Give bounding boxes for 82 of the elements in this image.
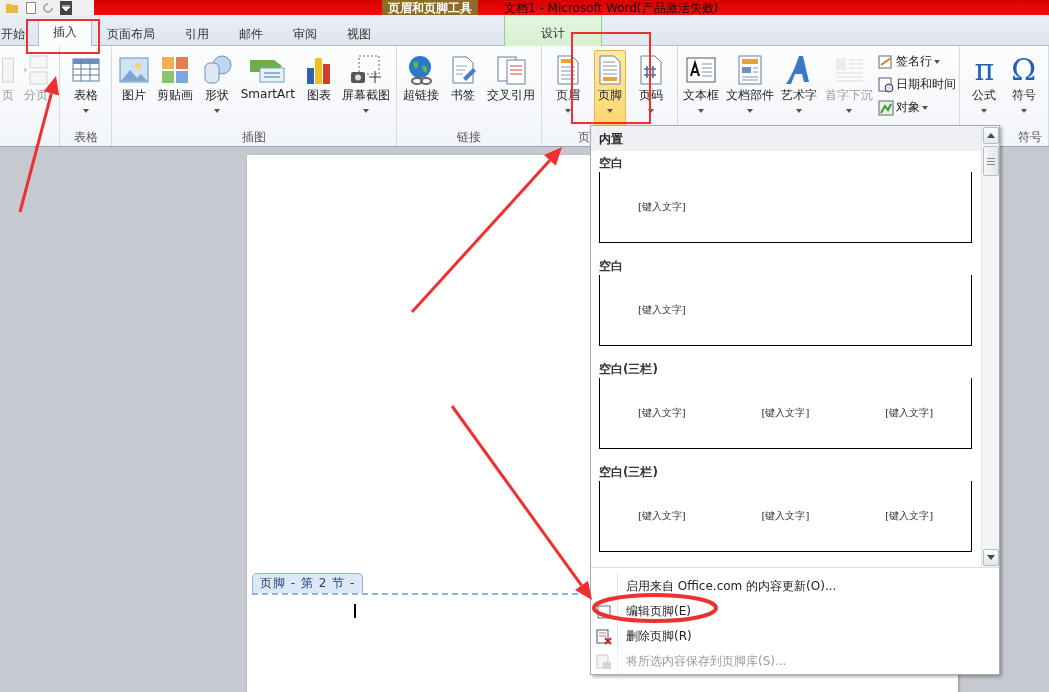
ribbon-tab[interactable]: 开始 — [0, 21, 38, 46]
ribbon-button[interactable]: 文档部件 — [724, 50, 777, 128]
contextual-tab-label: 页眉和页脚工具 — [382, 0, 478, 15]
window-title: 文档1 - Microsoft Word(产品激活失败) — [503, 2, 719, 15]
ribbon-button[interactable]: 图表 — [300, 50, 337, 128]
ribbon-button[interactable]: 书签 — [445, 50, 481, 128]
ribbon-button[interactable]: SmartArt — [238, 50, 297, 128]
ribbon-tab[interactable]: 页面布局 — [92, 21, 170, 46]
group-label: 插图 — [242, 130, 266, 144]
footer-preview[interactable]: [键入文字] [键入文字] [键入文字] — [599, 378, 972, 449]
ribbon-button[interactable]: 形状 — [199, 50, 236, 128]
placeholder-text: [键入文字] — [885, 406, 934, 420]
ribbon-button[interactable]: 图片 — [115, 50, 152, 128]
ribbon-button[interactable]: 文本框 — [681, 50, 722, 128]
menu-item[interactable]: 编辑页脚(E) — [591, 599, 999, 624]
ribbon-button[interactable]: 签名行 — [877, 52, 956, 71]
gallery-item-title: 空白 — [599, 155, 624, 172]
button-label: SmartArt — [240, 87, 295, 101]
button-label: 首字下沉 — [824, 87, 873, 104]
ribbon-button[interactable]: 页脚 — [593, 50, 626, 128]
button-label: 屏幕截图 — [342, 87, 391, 104]
button-label: 图片 — [121, 87, 146, 104]
placeholder-text: [键入文字] — [761, 406, 810, 420]
ribbon-tab[interactable]: 邮件 — [224, 21, 278, 46]
gallery-section-header: 内置 — [591, 126, 981, 151]
ribbon-tab[interactable]: 视图 — [332, 21, 386, 46]
menu-item-label: 删除页脚(R) — [625, 628, 692, 645]
footer-preview[interactable]: [键入文字] — [599, 275, 972, 346]
button-label: 交叉引用 — [487, 87, 535, 104]
button-label: 页脚 — [597, 87, 622, 104]
placeholder-text: [键入文字] — [637, 509, 686, 523]
button-label: 日期和时间 — [895, 76, 956, 93]
ribbon-button[interactable]: 日期和时间 — [877, 75, 956, 94]
pi-icon: π — [974, 53, 995, 87]
group-label: 链接 — [457, 130, 481, 144]
placeholder-text: [键入文字] — [637, 303, 686, 317]
button-label: 对象 — [895, 99, 920, 116]
omega-icon: Ω — [1011, 53, 1037, 87]
ribbon-button[interactable]: 艺术字 — [779, 50, 820, 128]
button-label: 表格 — [73, 87, 98, 104]
ribbon-tab[interactable]: 引用 — [170, 21, 224, 46]
footer-section-label: 页脚 - 第 2 节 - — [252, 573, 364, 593]
menu-item-label: 启用来自 Office.com 的内容更新(O)... — [625, 578, 837, 595]
group-label: 符号 — [1018, 130, 1042, 144]
button-label: 书签 — [451, 87, 475, 104]
button-label: 公式 — [972, 87, 997, 104]
placeholder-text: [键入文字] — [637, 200, 686, 214]
footer-preview[interactable]: [键入文字] — [599, 172, 972, 243]
button-label: 符号 — [1011, 87, 1036, 104]
button-label: 图表 — [306, 87, 331, 104]
button-label: 文档部件 — [726, 87, 775, 104]
placeholder-text: [键入文字] — [885, 509, 934, 523]
button-label: 文本框 — [683, 87, 720, 104]
gallery-item-title: 空白(三栏) — [599, 464, 659, 481]
button-label: 页 — [2, 87, 14, 104]
menu-item[interactable]: 删除页脚(R) — [591, 624, 999, 649]
footer-preview[interactable]: [键入文字] [键入文字] [键入文字] — [599, 481, 972, 552]
ribbon-button[interactable]: 表格 — [67, 50, 104, 128]
ribbon-button[interactable]: 对象 — [877, 98, 956, 117]
button-label: 剪贴画 — [157, 87, 194, 104]
ribbon-tab[interactable]: 审阅 — [278, 21, 332, 46]
ribbon-button[interactable]: 超链接 — [401, 50, 441, 128]
ribbon-tab[interactable]: 设计 — [504, 15, 602, 46]
group-label: 页 — [578, 130, 590, 144]
ribbon-button[interactable]: 交叉引用 — [485, 50, 537, 128]
button-label: 分页 — [24, 87, 48, 104]
button-label: 形状 — [205, 87, 230, 104]
ribbon-button[interactable]: 屏幕截图 — [340, 50, 393, 128]
placeholder-text: [键入文字] — [637, 406, 686, 420]
placeholder-text: [键入文字] — [761, 509, 810, 523]
button-label: 签名行 — [895, 53, 932, 70]
ribbon-button[interactable]: 剪贴画 — [155, 50, 196, 128]
ribbon-button[interactable]: Ω 符号 — [1008, 50, 1039, 128]
menu-item-label: 将所选内容保存到页脚库(S)... — [625, 653, 787, 670]
ribbon-button[interactable]: π 公式 — [969, 50, 1000, 128]
gallery-item-title: 空白 — [599, 258, 624, 275]
button-label: 艺术字 — [781, 87, 818, 104]
group-label: 表格 — [73, 130, 98, 144]
button-label: 超链接 — [403, 87, 439, 104]
menu-item-label: 编辑页脚(E) — [625, 603, 691, 620]
gallery-item-title: 空白(三栏) — [599, 361, 659, 378]
ribbon-tab[interactable]: 插入 — [38, 19, 92, 46]
